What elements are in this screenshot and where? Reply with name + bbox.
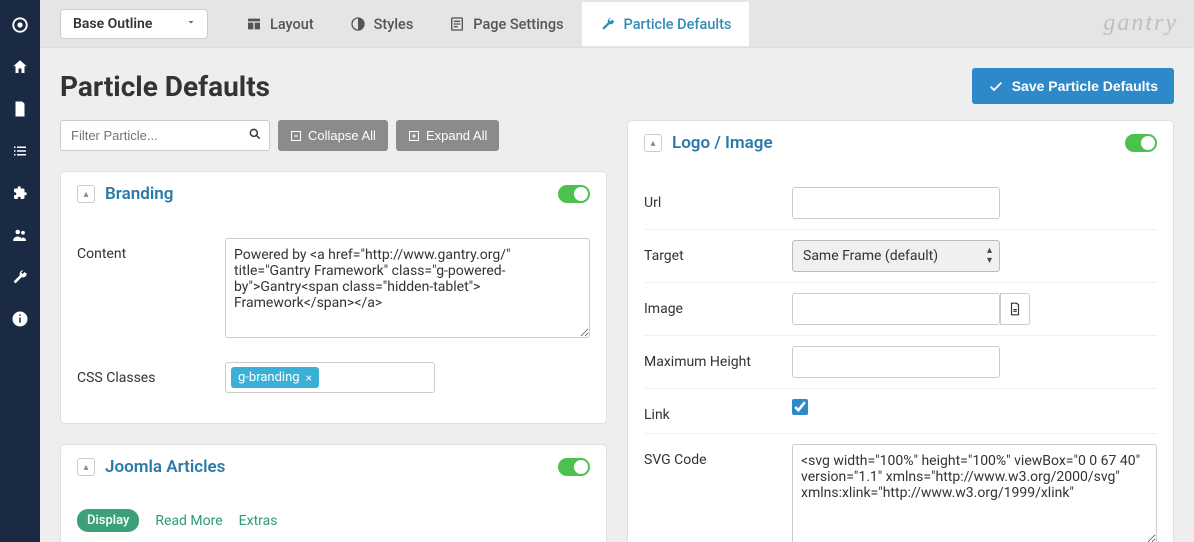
tab-particle-defaults-label: Particle Defaults <box>624 16 732 33</box>
collapse-toggle-joomla[interactable]: ▴ <box>77 458 95 476</box>
label-target: Target <box>644 240 792 264</box>
tab-page-settings-label: Page Settings <box>473 16 563 33</box>
tab-layout[interactable]: Layout <box>228 2 332 46</box>
url-input[interactable] <box>792 187 1000 219</box>
save-button[interactable]: Save Particle Defaults <box>972 68 1174 104</box>
label-url: Url <box>644 187 792 211</box>
image-input[interactable] <box>792 293 1000 325</box>
label-link: Link <box>644 399 792 423</box>
nav-info-icon[interactable] <box>0 308 40 330</box>
tab-styles[interactable]: Styles <box>332 2 432 46</box>
nav-home-icon[interactable] <box>0 56 40 78</box>
css-classes-input[interactable]: g-branding × <box>225 362 435 393</box>
enable-switch-branding[interactable] <box>558 185 590 203</box>
css-tag-label: g-branding <box>238 370 300 385</box>
content-textarea[interactable] <box>225 238 590 338</box>
tab-layout-label: Layout <box>270 16 314 33</box>
image-picker-button[interactable] <box>1000 293 1030 325</box>
expand-icon <box>408 130 420 142</box>
chevron-down-icon <box>185 16 197 32</box>
filter-input[interactable] <box>60 120 270 151</box>
card-title-logo: Logo / Image <box>672 133 773 153</box>
card-title-branding: Branding <box>105 184 173 204</box>
outline-select[interactable]: Base Outline <box>60 9 208 39</box>
check-icon <box>988 78 1004 94</box>
max-height-input[interactable] <box>792 346 1000 378</box>
collapse-toggle-branding[interactable]: ▴ <box>77 185 95 203</box>
brand-logo: gantry <box>1103 10 1178 37</box>
remove-tag-icon[interactable]: × <box>306 371 312 385</box>
link-checkbox[interactable] <box>792 399 808 415</box>
collapse-all-label: Collapse All <box>308 128 376 143</box>
label-svg-code: SVG Code <box>644 444 792 468</box>
label-css-classes: CSS Classes <box>77 362 225 386</box>
file-icon <box>1008 302 1022 316</box>
wrench-icon <box>600 16 616 32</box>
layout-icon <box>246 16 262 32</box>
subtab-display[interactable]: Display <box>77 509 139 532</box>
page-title: Particle Defaults <box>60 70 270 103</box>
collapse-toggle-logo[interactable]: ▴ <box>644 134 662 152</box>
nav-users-icon[interactable] <box>0 224 40 246</box>
expand-all-button[interactable]: Expand All <box>396 120 499 151</box>
tab-styles-label: Styles <box>374 16 414 33</box>
css-tag: g-branding × <box>231 367 319 388</box>
nav-wrench-icon[interactable] <box>0 266 40 288</box>
tab-particle-defaults[interactable]: Particle Defaults <box>582 2 750 46</box>
target-select[interactable]: Same Frame (default) <box>792 240 1000 272</box>
collapse-icon <box>290 130 302 142</box>
tab-page-settings[interactable]: Page Settings <box>431 2 581 46</box>
card-title-joomla: Joomla Articles <box>105 457 225 477</box>
enable-switch-joomla[interactable] <box>558 458 590 476</box>
expand-all-label: Expand All <box>426 128 487 143</box>
enable-switch-logo[interactable] <box>1125 134 1157 152</box>
nav-dashboard-icon[interactable] <box>0 14 40 36</box>
search-icon[interactable] <box>248 127 262 145</box>
contrast-icon <box>350 16 366 32</box>
nav-puzzle-icon[interactable] <box>0 182 40 204</box>
nav-list-icon[interactable] <box>0 140 40 162</box>
outline-select-label: Base Outline <box>73 16 152 32</box>
svg-code-textarea[interactable] <box>792 444 1157 542</box>
subtab-readmore[interactable]: Read More <box>155 513 222 529</box>
collapse-all-button[interactable]: Collapse All <box>278 120 388 151</box>
subtab-extras[interactable]: Extras <box>239 513 278 529</box>
label-content: Content <box>77 238 225 262</box>
label-image: Image <box>644 293 792 317</box>
save-button-label: Save Particle Defaults <box>1012 78 1158 94</box>
label-max-height: Maximum Height <box>644 346 792 370</box>
nav-document-icon[interactable] <box>0 98 40 120</box>
page-icon <box>449 16 465 32</box>
